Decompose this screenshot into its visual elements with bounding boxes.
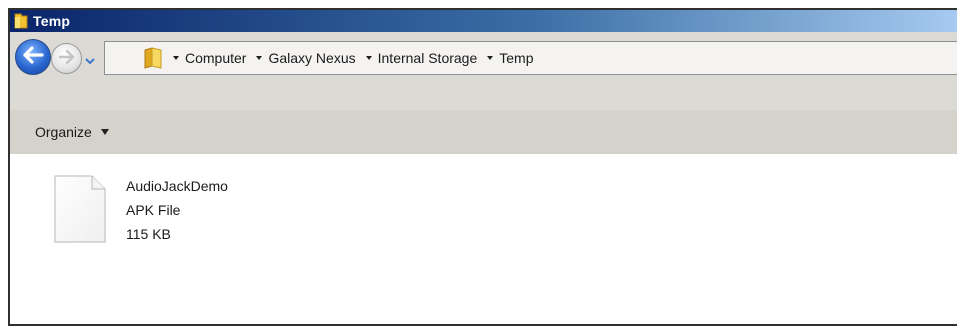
- forward-arrow-icon: [58, 49, 76, 69]
- address-bar[interactable]: Computer Galaxy Nexus Internal Storage T…: [104, 41, 957, 75]
- back-arrow-icon: [22, 46, 44, 68]
- chevron-down-icon[interactable]: [173, 56, 179, 60]
- chevron-down-icon: [85, 50, 95, 69]
- folder-icon: [143, 47, 163, 69]
- generic-file-icon: [54, 175, 106, 243]
- chevron-down-icon[interactable]: [256, 56, 263, 60]
- title-bar[interactable]: Temp: [10, 10, 957, 32]
- explorer-window: Temp Computer Galaxy Nexus Internal Stor…: [8, 8, 957, 326]
- file-type: APK File: [126, 202, 181, 218]
- file-list: AudioJackDemo APK File 115 KB: [10, 154, 957, 324]
- recent-locations-button[interactable]: [85, 54, 95, 64]
- window-title: Temp: [33, 13, 71, 29]
- forward-button[interactable]: [51, 43, 82, 74]
- organize-button[interactable]: Organize: [35, 124, 109, 140]
- breadcrumb-galaxy-nexus[interactable]: Galaxy Nexus: [256, 50, 356, 66]
- file-name: AudioJackDemo: [126, 178, 228, 194]
- list-item[interactable]: AudioJackDemo APK File 115 KB: [54, 174, 228, 246]
- file-details: AudioJackDemo APK File 115 KB: [126, 174, 228, 246]
- breadcrumb-internal-storage[interactable]: Internal Storage: [365, 50, 477, 66]
- chevron-down-icon: [100, 129, 109, 135]
- breadcrumb-temp[interactable]: Temp: [487, 50, 533, 66]
- navigation-bar: Computer Galaxy Nexus Internal Storage T…: [10, 32, 957, 110]
- chevron-down-icon[interactable]: [487, 56, 494, 60]
- command-bar: Organize: [10, 110, 957, 154]
- chevron-down-icon[interactable]: [365, 56, 372, 60]
- folder-icon: [14, 13, 28, 29]
- file-size: 115 KB: [126, 226, 171, 242]
- breadcrumb-computer[interactable]: Computer: [173, 50, 246, 66]
- back-button[interactable]: [15, 39, 51, 75]
